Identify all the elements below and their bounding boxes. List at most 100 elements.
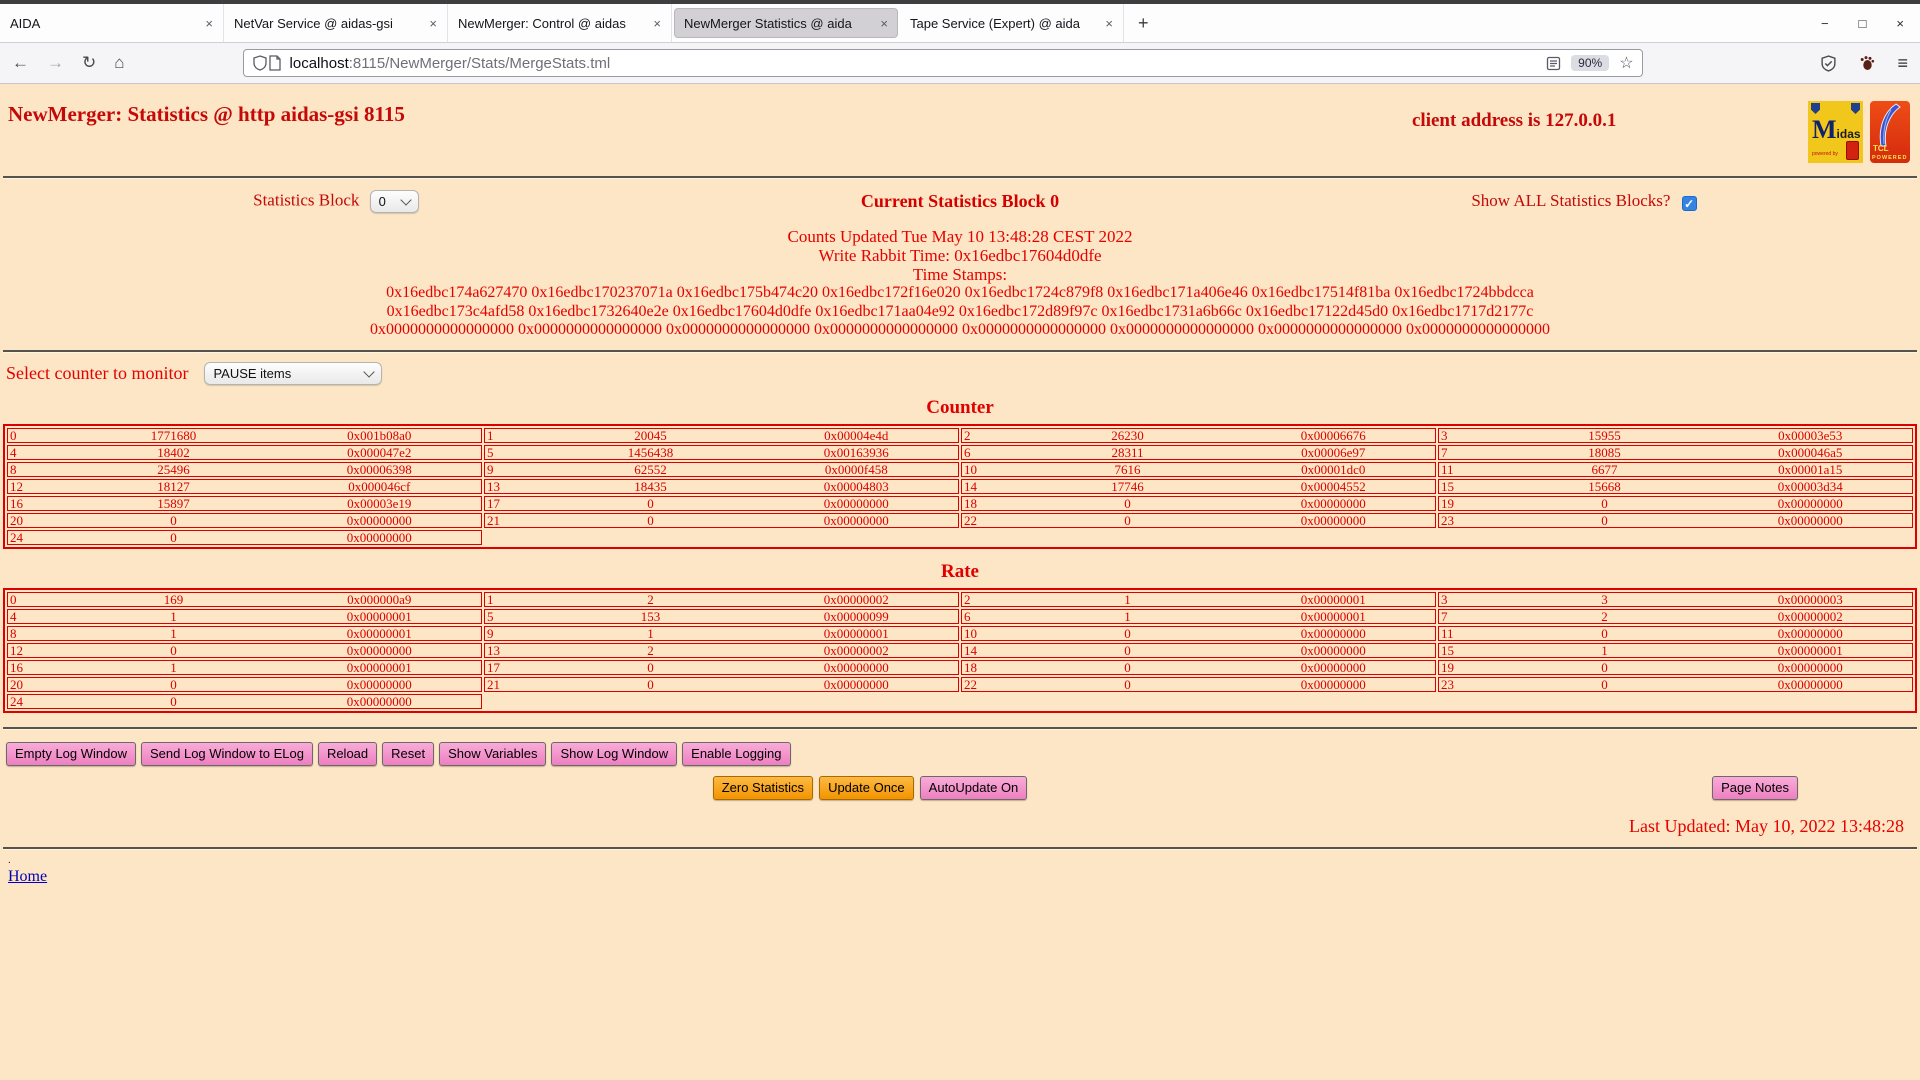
- close-button[interactable]: ×: [1896, 16, 1904, 31]
- monitor-selected-value: PAUSE items: [213, 366, 291, 381]
- new-tab-button[interactable]: +: [1124, 4, 1163, 42]
- stat-hex: 0x00000000: [1709, 627, 1912, 640]
- stat-hex: 0x00000099: [755, 610, 958, 623]
- url-path: :8115/NewMerger/Stats/MergeStats.tml: [349, 55, 611, 72]
- stat-hex: 0x00163936: [755, 446, 958, 459]
- table-row: 810x00000001910x000000011000x00000000110…: [7, 626, 1913, 641]
- stat-cell-group: 4184020x000047e2: [7, 445, 482, 460]
- stat-hex: 0x00000001: [1709, 644, 1912, 657]
- tcl-powered-text: POWERED: [1872, 155, 1907, 161]
- counter-monitor-select[interactable]: PAUSE items: [204, 362, 382, 385]
- table-row: 16158970x00003e191700x000000001800x00000…: [7, 496, 1913, 511]
- stat-value: 0: [546, 661, 754, 674]
- action-button[interactable]: Update Once: [819, 776, 914, 800]
- home-icon[interactable]: ⌂: [114, 53, 124, 73]
- shield-permissions-icon[interactable]: [252, 55, 268, 71]
- log-button[interactable]: Send Log Window to ELog: [141, 742, 313, 766]
- stat-value: 1: [69, 610, 277, 623]
- rate-table-title: Rate: [0, 561, 1920, 583]
- stat-value: 0: [1023, 514, 1231, 527]
- window-controls: − □ ×: [1821, 4, 1904, 42]
- tcl-powered-logo[interactable]: TCL POWERED: [1870, 101, 1910, 163]
- tab-close-icon[interactable]: ×: [429, 16, 437, 31]
- browser-tab[interactable]: NewMerger Statistics @ aida×: [674, 8, 898, 38]
- log-button[interactable]: Show Variables: [439, 742, 546, 766]
- reload-icon[interactable]: ↻: [82, 53, 96, 73]
- page-footer: Empty Log WindowSend Log Window to ELogR…: [0, 742, 1920, 837]
- stat-cell-group: 610x00000001: [961, 609, 1436, 624]
- stat-hex: 0x00003e53: [1709, 429, 1912, 442]
- tab-close-icon[interactable]: ×: [205, 16, 213, 31]
- browser-tab[interactable]: AIDA×: [0, 4, 224, 42]
- stat-index: 8: [8, 627, 69, 640]
- stat-hex: 0x00000001: [755, 627, 958, 640]
- divider: [3, 176, 1917, 179]
- stat-cell-group: 330x00000003: [1438, 592, 1913, 607]
- action-button[interactable]: AutoUpdate On: [920, 776, 1028, 800]
- stat-hex: 0x000046a5: [1709, 446, 1912, 459]
- page-info-icon[interactable]: [268, 55, 282, 71]
- stat-cell-group: 1320x00000002: [484, 643, 959, 658]
- stat-hex: 0x00004552: [1232, 480, 1435, 493]
- log-button[interactable]: Reload: [318, 742, 377, 766]
- browser-tab[interactable]: NewMerger: Control @ aidas×: [448, 4, 672, 42]
- stat-cell-group: 410x00000001: [7, 609, 482, 624]
- bookmark-star-icon[interactable]: ☆: [1619, 53, 1633, 73]
- current-block-heading: Current Statistics Block 0: [672, 191, 1248, 212]
- client-address: client address is 127.0.0.1: [1412, 110, 1616, 132]
- url-bar[interactable]: localhost:8115/NewMerger/Stats/MergeStat…: [243, 49, 1643, 77]
- table-row: 1200x000000001320x000000021400x000000001…: [7, 643, 1913, 658]
- stat-hex: 0x000047e2: [278, 446, 481, 459]
- stat-index: 10: [962, 463, 1023, 476]
- shield-check-extension-icon[interactable]: [1820, 55, 1837, 72]
- stat-hex: 0x00000000: [1232, 627, 1435, 640]
- tab-close-icon[interactable]: ×: [880, 16, 888, 31]
- hamburger-menu-icon[interactable]: ≡: [1897, 53, 1908, 74]
- log-button[interactable]: Reset: [382, 742, 434, 766]
- stat-hex: 0x00000000: [278, 644, 481, 657]
- action-button[interactable]: Zero Statistics: [713, 776, 813, 800]
- show-all-checkbox[interactable]: ✓: [1682, 196, 1697, 211]
- stat-cell-group: 16158970x00003e19: [7, 496, 482, 511]
- log-button[interactable]: Show Log Window: [551, 742, 677, 766]
- stat-hex: 0x00000002: [755, 644, 958, 657]
- restore-button[interactable]: □: [1859, 16, 1867, 31]
- zoom-level-indicator[interactable]: 90%: [1571, 55, 1609, 71]
- stat-index: 9: [485, 627, 546, 640]
- tab-close-icon[interactable]: ×: [1105, 16, 1113, 31]
- browser-tab[interactable]: NetVar Service @ aidas-gsi×: [224, 4, 448, 42]
- stat-cell-group: 15156680x00003d34: [1438, 479, 1913, 494]
- stat-cell-group: 51530x00000099: [484, 609, 959, 624]
- stat-index: 5: [485, 446, 546, 459]
- stat-value: 0: [1023, 661, 1231, 674]
- home-link[interactable]: Home: [8, 868, 47, 885]
- stat-hex: 0x00000000: [755, 497, 958, 510]
- midas-logo[interactable]: Midas powered by: [1808, 101, 1863, 163]
- stat-cell-group: 2300x00000000: [1438, 677, 1913, 692]
- chevron-down-icon: [364, 366, 375, 377]
- forward-icon[interactable]: →: [47, 53, 64, 73]
- stat-hex: 0x00006e97: [1232, 446, 1435, 459]
- counts-updated-text: Counts Updated Tue May 10 13:48:28 CEST …: [0, 227, 1920, 246]
- page-header: NewMerger: Statistics @ http aidas-gsi 8…: [0, 84, 1920, 176]
- table-row: 017716800x001b08a01200450x00004e4d226230…: [7, 428, 1913, 443]
- stat-value: 1: [1023, 593, 1231, 606]
- stat-index: 8: [8, 463, 69, 476]
- stat-cell-group: 1900x00000000: [1438, 660, 1913, 675]
- log-button[interactable]: Enable Logging: [682, 742, 790, 766]
- browser-tab[interactable]: Tape Service (Expert) @ aida×: [900, 4, 1124, 42]
- stat-index: 12: [8, 644, 69, 657]
- last-updated-text: Last Updated: May 10, 2022 13:48:28: [0, 816, 1904, 837]
- time-stamps-label: Time Stamps:: [0, 265, 1920, 284]
- stats-block-select[interactable]: 0: [370, 190, 419, 213]
- stat-hex: 0x00000000: [1709, 497, 1912, 510]
- page-notes-button[interactable]: Page Notes: [1712, 776, 1798, 800]
- log-button[interactable]: Empty Log Window: [6, 742, 136, 766]
- reader-mode-icon[interactable]: [1546, 56, 1561, 71]
- gnome-foot-extension-icon[interactable]: [1859, 55, 1875, 71]
- url-text[interactable]: localhost:8115/NewMerger/Stats/MergeStat…: [290, 55, 1547, 72]
- minimize-button[interactable]: −: [1821, 16, 1829, 31]
- stat-value: 1: [1023, 610, 1231, 623]
- back-icon[interactable]: ←: [12, 53, 29, 73]
- tab-close-icon[interactable]: ×: [653, 16, 661, 31]
